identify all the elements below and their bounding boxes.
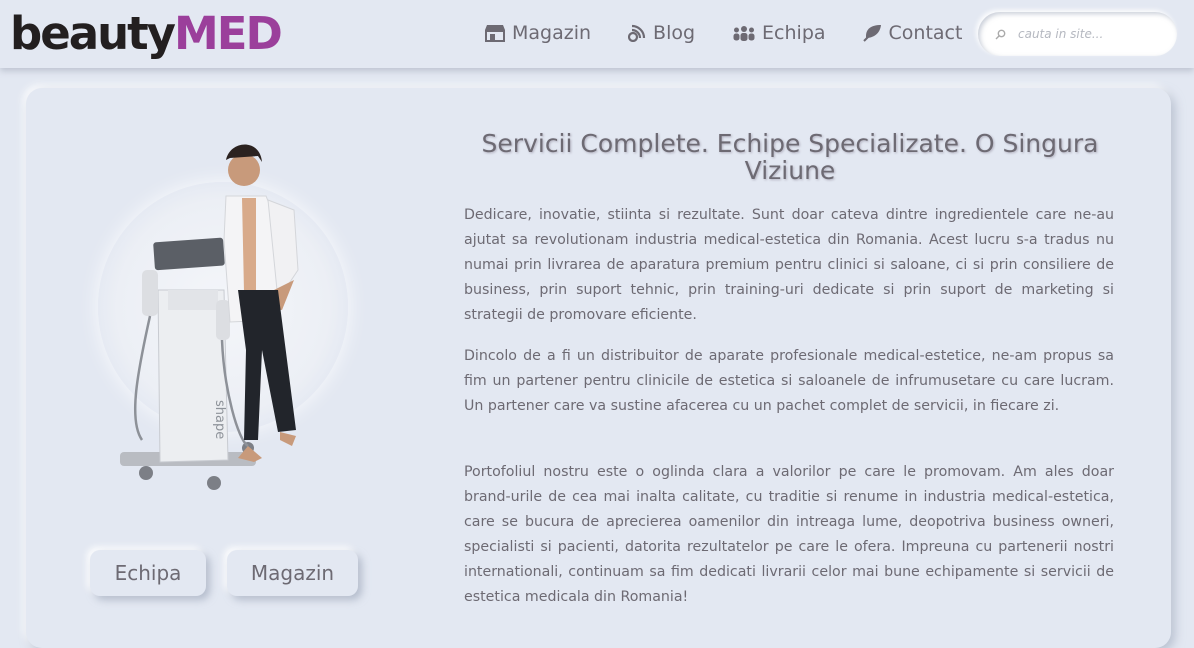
blog-icon bbox=[628, 24, 646, 42]
svg-text:shape: shape bbox=[212, 400, 227, 439]
search-box[interactable] bbox=[978, 12, 1177, 56]
nav-label: Magazin bbox=[512, 22, 592, 44]
page-title: Servicii Complete. Echipe Specializate. … bbox=[481, 129, 1099, 185]
device-with-model-illustration: shape bbox=[120, 144, 299, 490]
nav-item-blog[interactable]: Blog bbox=[628, 18, 695, 48]
hero-image: shape bbox=[98, 140, 378, 500]
intro-paragraph: Dedicare, inovatie, stiinta si rezultate… bbox=[464, 207, 1114, 323]
leaf-icon bbox=[862, 25, 881, 42]
magazin-button[interactable]: Magazin bbox=[227, 550, 358, 596]
nav-item-echipa[interactable]: Echipa bbox=[732, 18, 826, 48]
brand-logo[interactable]: beautyMED bbox=[10, 6, 283, 62]
search-input[interactable] bbox=[1016, 26, 1170, 42]
site-header: beautyMED Magazin Blog Echipa Contact ca… bbox=[0, 0, 1194, 68]
nav-item-magazin[interactable]: Magazin bbox=[484, 18, 591, 48]
nav-item-contact[interactable]: Contact bbox=[862, 18, 963, 48]
echipa-button[interactable]: Echipa bbox=[90, 550, 206, 596]
store-icon bbox=[485, 25, 505, 42]
nav-label: Blog bbox=[653, 22, 696, 44]
nav-label: Contact bbox=[888, 22, 963, 44]
main-nav: Magazin Blog Echipa Contact bbox=[484, 18, 999, 48]
team-icon bbox=[733, 26, 755, 41]
portfolio-paragraph: Portofoliul nostru este o oglinda clara … bbox=[464, 464, 1114, 605]
nav-label: Echipa bbox=[762, 22, 826, 44]
logo-text-med: MED bbox=[173, 7, 283, 60]
logo-text-beauty: beauty bbox=[10, 7, 176, 60]
search-icon bbox=[995, 29, 1006, 39]
partner-paragraph: Dincolo de a fi un distribuitor de apara… bbox=[464, 348, 1114, 414]
